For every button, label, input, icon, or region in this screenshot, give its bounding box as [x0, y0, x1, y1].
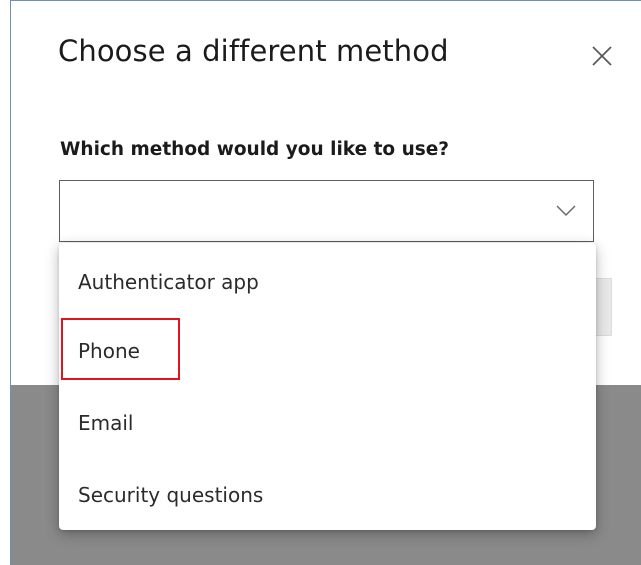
- option-label: Security questions: [78, 483, 264, 507]
- close-icon: [592, 46, 612, 66]
- option-phone[interactable]: Phone: [59, 316, 596, 386]
- close-button[interactable]: [584, 38, 620, 74]
- option-label: Phone: [78, 339, 140, 363]
- method-select[interactable]: [59, 180, 594, 242]
- obscured-button: [596, 278, 612, 336]
- method-question-label: Which method would you like to use?: [60, 139, 450, 160]
- method-dropdown-list: Authenticator app Phone Email Security q…: [59, 243, 596, 530]
- option-label: Email: [78, 411, 134, 435]
- option-authenticator-app[interactable]: Authenticator app: [59, 247, 596, 317]
- option-label: Authenticator app: [78, 270, 259, 294]
- chevron-down-icon: [556, 205, 576, 217]
- option-security-questions[interactable]: Security questions: [59, 460, 596, 530]
- screenshot-frame: Choose a different method Which method w…: [0, 0, 641, 565]
- dialog-title: Choose a different method: [58, 34, 449, 68]
- option-email[interactable]: Email: [59, 388, 596, 458]
